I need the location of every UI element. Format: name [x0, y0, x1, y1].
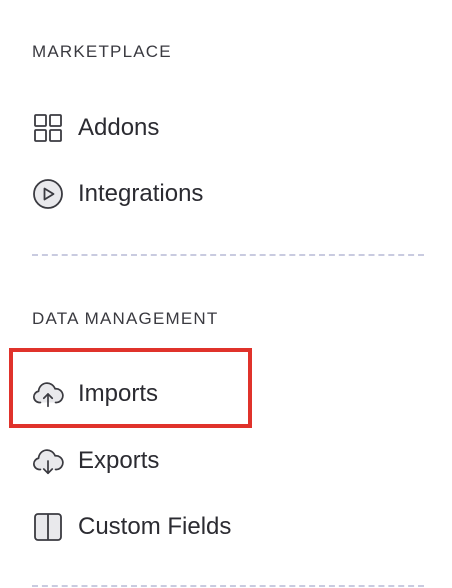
- play-circle-icon: [32, 178, 64, 210]
- section-heading-marketplace: MARKETPLACE: [32, 42, 172, 61]
- sidebar-item-addons[interactable]: Addons: [32, 108, 412, 148]
- cloud-upload-icon: [32, 378, 64, 410]
- sidebar-item-label: Imports: [78, 380, 159, 407]
- section-divider: [32, 254, 424, 256]
- section-heading-data-management: DATA MANAGEMENT: [32, 309, 219, 328]
- sidebar-item-label: Exports: [78, 447, 160, 474]
- grid-icon: [32, 112, 64, 144]
- sidebar-item-exports[interactable]: Exports: [32, 441, 412, 481]
- sidebar-item-custom-fields[interactable]: Custom Fields: [32, 507, 412, 547]
- sidebar-item-label: Integrations: [78, 180, 204, 207]
- sidebar-item-label: Addons: [78, 114, 160, 141]
- sidebar-item-label: Custom Fields: [78, 513, 232, 540]
- sidebar-item-imports[interactable]: Imports: [32, 374, 412, 414]
- cloud-download-icon: [32, 445, 64, 477]
- section-divider: [32, 585, 424, 587]
- sidebar-item-integrations[interactable]: Integrations: [32, 174, 412, 214]
- columns-icon: [32, 511, 64, 543]
